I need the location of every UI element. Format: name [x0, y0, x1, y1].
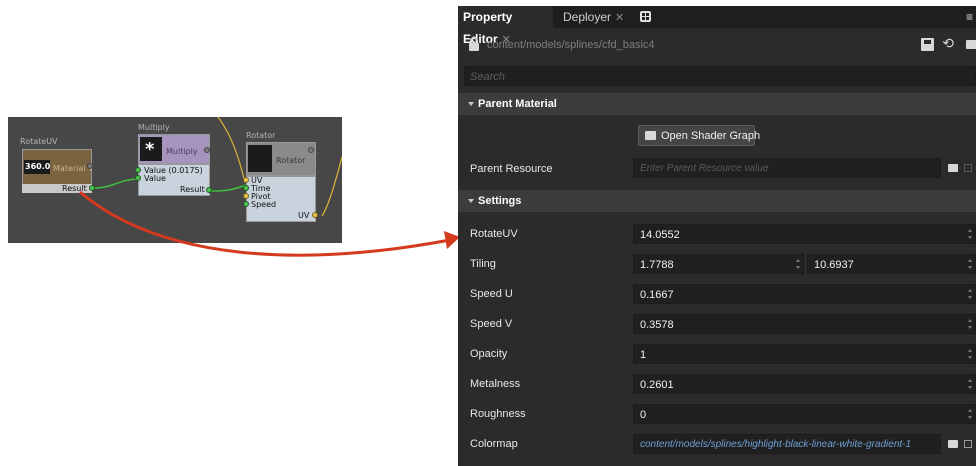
opacity-spinner[interactable] [968, 347, 973, 361]
multiply-symbol-icon: * [145, 139, 155, 160]
speed-v-input[interactable]: 0.3578 [633, 314, 976, 334]
rotateuv-input[interactable]: 14.0552 [633, 224, 976, 244]
tab-deployer-label: Deployer [563, 10, 612, 24]
parent-resource-placeholder: Enter Parent Resource value [640, 163, 769, 174]
roughness-label: Roughness [470, 408, 526, 420]
roughness-spinner[interactable] [968, 407, 973, 421]
add-tab-icon[interactable] [640, 11, 651, 22]
multiply-output-label: Result [180, 185, 205, 194]
rotator-input-speed: Speed [251, 200, 277, 209]
rotateuv-spinner[interactable] [968, 227, 973, 241]
metalness-spinner[interactable] [968, 377, 973, 391]
metalness-input[interactable]: 0.2601 [633, 374, 976, 394]
multiply-input1-port[interactable] [135, 167, 141, 173]
rotateuv-output-label: Result [62, 184, 87, 193]
tab-deployer-close-icon[interactable]: ✕ [615, 12, 624, 24]
rotator-node-label: Rotator [276, 156, 306, 165]
colormap-input[interactable]: content/models/splines/highlight-black-l… [633, 434, 941, 454]
tiling-y-spinner[interactable] [968, 257, 973, 271]
tiling-y-value: 10.6937 [814, 259, 854, 271]
roughness-input[interactable]: 0 [633, 404, 976, 424]
multiply-input2-label: Value [144, 174, 166, 183]
tiling-y-input[interactable]: 10.6937 [807, 254, 976, 274]
path-bar: content/models/splines/cfd_basic4 ⟲ [458, 34, 976, 58]
multiply-node-label: Multiply [166, 147, 198, 156]
parent-resource-input[interactable]: Enter Parent Resource value [633, 158, 941, 178]
section-parent-material[interactable]: Parent Material [458, 93, 976, 115]
rotator-uv-port[interactable] [243, 177, 249, 183]
section-settings-label: Settings [478, 195, 522, 207]
multiply-node-title: Multiply [138, 123, 170, 132]
open-shader-graph-button[interactable]: Open Shader Graph [638, 125, 760, 146]
rotateuv-label: RotateUV [470, 228, 518, 240]
rotator-pivot-port[interactable] [243, 193, 249, 199]
speed-u-value: 0.1667 [640, 289, 674, 301]
section-parent-material-label: Parent Material [478, 98, 557, 110]
menu-icon[interactable]: ≡ [966, 10, 973, 24]
multiply-input2-port[interactable] [135, 175, 141, 181]
opacity-input[interactable]: 1 [633, 344, 976, 364]
lock-icon[interactable] [469, 37, 479, 51]
folder-icon [645, 131, 656, 140]
collapse-arrow-icon [468, 102, 474, 106]
rotator-port[interactable] [308, 147, 314, 153]
open-shader-graph-label: Open Shader Graph [661, 130, 761, 142]
tiling-x-value: 1.7788 [640, 259, 674, 271]
property-editor-panel: Property Editor ✕ Deployer ✕ ≡ content/mod… [458, 6, 976, 466]
folder-icon[interactable] [966, 40, 976, 49]
metalness-label: Metalness [470, 378, 521, 390]
tab-bar: Property Editor ✕ Deployer ✕ ≡ [458, 6, 976, 46]
asset-path: content/models/splines/cfd_basic4 [487, 39, 655, 51]
rotateuv-port[interactable] [87, 163, 93, 169]
tab-deployer[interactable]: Deployer ✕ [558, 6, 633, 28]
rotateuv-output-port[interactable] [89, 185, 95, 191]
speed-u-label: Speed U [470, 288, 513, 300]
revert-icon[interactable]: ⟲ [942, 35, 954, 52]
roughness-value: 0 [640, 409, 647, 421]
rotator-node-title: Rotator [246, 131, 276, 140]
rotateuv-value: 14.0552 [640, 229, 680, 241]
search-input[interactable]: Search [464, 66, 976, 86]
rotateuv-value: 360.0 [25, 162, 51, 171]
section-settings[interactable]: Settings [458, 190, 976, 212]
rotator-speed-port[interactable] [243, 201, 249, 207]
parent-resource-open-icon[interactable] [964, 164, 972, 172]
colormap-label: Colormap [470, 438, 518, 450]
colormap-folder-icon[interactable] [948, 440, 958, 448]
parent-resource-folder-icon[interactable] [948, 164, 958, 172]
collapse-arrow-icon [468, 199, 474, 203]
save-icon[interactable] [921, 38, 934, 51]
speed-v-value: 0.3578 [640, 319, 674, 331]
colormap-value[interactable]: content/models/splines/highlight-black-l… [640, 439, 911, 450]
multiply-port[interactable] [204, 147, 210, 153]
tiling-x-spinner[interactable] [796, 257, 801, 271]
rotator-symbol-box [248, 145, 272, 172]
rotator-output-label: UV [298, 211, 310, 220]
colormap-open-icon[interactable] [964, 440, 972, 448]
multiply-output-port[interactable] [206, 187, 212, 193]
opacity-value: 1 [640, 349, 647, 361]
rotateuv-node-title: RotateUV [20, 137, 58, 146]
rotator-time-port[interactable] [243, 185, 249, 191]
tab-property-editor[interactable]: Property Editor ✕ [458, 6, 553, 46]
tiling-label: Tiling [470, 258, 496, 270]
metalness-value: 0.2601 [640, 379, 674, 391]
rotator-output-port[interactable] [312, 212, 318, 218]
speed-v-label: Speed V [470, 318, 513, 330]
opacity-label: Opacity [470, 348, 508, 360]
parent-resource-label: Parent Resource [470, 163, 553, 175]
tiling-x-input[interactable]: 1.7788 [633, 254, 804, 274]
speed-u-input[interactable]: 0.1667 [633, 284, 976, 304]
speed-u-spinner[interactable] [968, 287, 973, 301]
search-placeholder: Search [470, 71, 505, 83]
node-graph[interactable]: RotateUV 360.0 Material V Result Multipl… [8, 117, 342, 243]
speed-v-spinner[interactable] [968, 317, 973, 331]
